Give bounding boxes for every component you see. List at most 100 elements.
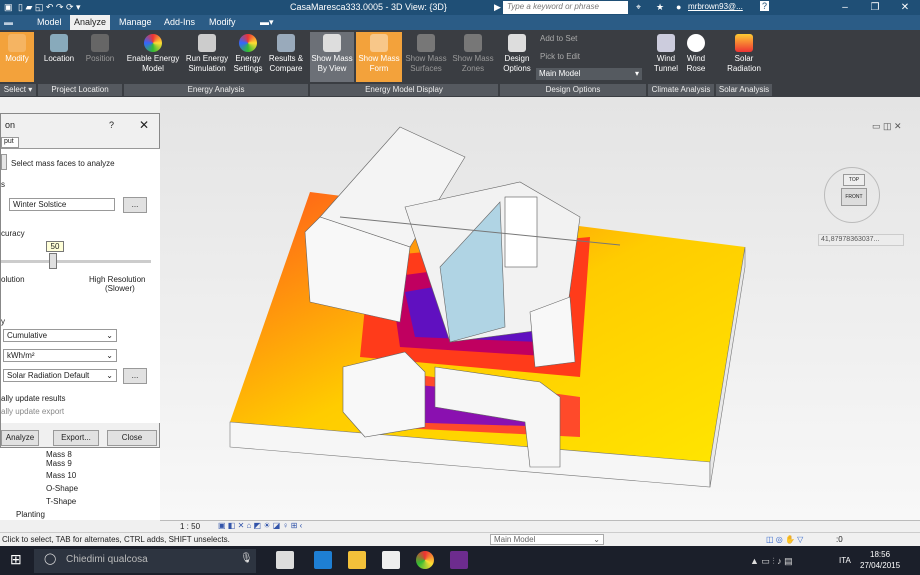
tab-model[interactable]: Model	[37, 17, 62, 27]
windows-start-icon[interactable]: ⊞	[10, 551, 22, 568]
ribbon: Modify Location Position Enable Energy M…	[0, 30, 920, 97]
chevron-down-icon: ⌄	[106, 371, 113, 380]
style-select[interactable]: Solar Radiation Default ⌄	[3, 369, 117, 382]
select-faces-button[interactable]	[1, 154, 7, 170]
high-resolution-label: High Resolution	[89, 275, 146, 284]
pick-to-edit-button[interactable]: Pick to Edit	[540, 52, 580, 61]
show-mass-form-button[interactable]: Show Mass Form	[356, 32, 402, 82]
search-arrow-icon[interactable]: ▶	[494, 2, 501, 13]
run-energy-simulation-button[interactable]: Run Energy Simulation	[184, 32, 230, 82]
system-tray-icons[interactable]: ▲ ▭ ⫶ ♪ ▤	[750, 556, 793, 567]
auto-update-export-checkbox[interactable]: ally update export	[1, 407, 64, 416]
viewcube[interactable]: TOP FRONT	[824, 167, 880, 223]
tab-input[interactable]: put	[1, 137, 19, 148]
accuracy-slider-track[interactable]	[1, 260, 151, 263]
analyze-button[interactable]: Analyze	[1, 430, 39, 446]
project-browser: Mass 8 Mass 9 Mass 10 O-Shape T-Shape Pl…	[0, 448, 160, 520]
view-window-controls[interactable]: ▭ ◫ ✕	[872, 121, 902, 132]
results-compare-button[interactable]: Results & Compare	[266, 32, 306, 82]
view-scale[interactable]: 1 : 50	[180, 522, 200, 531]
wind-rose-button[interactable]: Wind Rose	[682, 32, 710, 82]
microphone-icon[interactable]: 🎙︎	[240, 553, 253, 564]
add-to-set-button[interactable]: Add to Set	[540, 34, 577, 43]
taskbar-search[interactable]: Chiedimi qualcosa	[34, 549, 256, 573]
wind-tunnel-button[interactable]: Wind Tunnel	[650, 32, 682, 82]
quick-access-toolbar[interactable]: ▯ ▰ ◱ ↶ ↷ ⟳ ▾	[18, 2, 81, 13]
tree-item-planting[interactable]: Planting	[16, 510, 45, 519]
position-icon	[91, 34, 109, 52]
show-mass-by-view-button[interactable]: Show Mass By View	[310, 32, 354, 82]
binoculars-icon[interactable]: ⌖	[636, 2, 641, 13]
dialog-help-button[interactable]: ?	[109, 120, 114, 130]
active-design-option-select[interactable]: Main Model ⌄	[490, 534, 604, 545]
tree-item-mass-9[interactable]: Mass 9	[46, 459, 72, 468]
analysis-type-select[interactable]: Cumulative ⌄	[3, 329, 117, 342]
selection-count: :0	[836, 535, 843, 544]
mass-surfaces-icon	[417, 34, 435, 52]
simulation-icon	[198, 34, 216, 52]
accuracy-slider-thumb[interactable]	[49, 253, 57, 269]
export-button[interactable]: Export...	[53, 430, 99, 446]
modify-button[interactable]: Modify	[0, 32, 34, 82]
dialog-close-icon[interactable]: ✕	[139, 118, 149, 132]
results-icon	[277, 34, 295, 52]
style-browse-button[interactable]: ...	[123, 368, 147, 384]
viewcube-front[interactable]: FRONT	[841, 188, 867, 206]
chrome-icon[interactable]	[416, 551, 434, 569]
position-button[interactable]: Position	[82, 32, 118, 82]
select-faces-label: Select mass faces to analyze	[11, 159, 115, 168]
status-icons[interactable]: ◫ ◎ ✋ ▽	[766, 535, 803, 544]
maximize-button[interactable]: ❐	[860, 0, 890, 15]
title-bar: ▣ ▯ ▰ ◱ ↶ ↷ ⟳ ▾ CasaMaresca333.0005 - 3D…	[0, 0, 920, 15]
energy-settings-button[interactable]: Energy Settings	[232, 32, 264, 82]
solar-study-field[interactable]: Winter Solstice	[9, 198, 115, 211]
tree-item-mass-8[interactable]: Mass 8	[46, 450, 72, 459]
store-icon[interactable]	[382, 551, 400, 569]
solar-study-browse-button[interactable]: ...	[123, 197, 147, 213]
input-language[interactable]: ITA	[839, 556, 851, 565]
solar-radiation-button[interactable]: Solar Radiation	[720, 32, 768, 82]
task-view-icon[interactable]	[276, 551, 294, 569]
mass-block-south-west	[342, 351, 426, 438]
display-section-label: y	[1, 317, 5, 326]
user-account[interactable]: mrbrown93@...	[688, 2, 743, 11]
taskbar-clock[interactable]: 18:56 27/04/2015	[860, 549, 900, 571]
tab-manage[interactable]: Manage	[119, 17, 152, 27]
show-mass-zones-button[interactable]: Show Mass Zones	[450, 32, 496, 82]
group-select[interactable]: Select ▾	[0, 84, 36, 96]
high-resolution-note: (Slower)	[105, 284, 135, 293]
search-input[interactable]: Type a keyword or phrase	[503, 1, 628, 14]
tree-item-t-shape[interactable]: T-Shape	[46, 497, 76, 506]
close-dialog-button[interactable]: Close	[107, 430, 157, 446]
revit-taskbar-icon[interactable]	[450, 551, 468, 569]
auto-update-results-checkbox[interactable]: ally update results	[1, 394, 65, 403]
group-project-location: Project Location	[38, 84, 122, 96]
close-window-button[interactable]: ✕	[890, 0, 920, 15]
tab-add-ins[interactable]: Add-Ins	[164, 17, 195, 27]
low-resolution-label: olution	[1, 275, 25, 284]
star-icon[interactable]: ★	[656, 2, 664, 13]
view-control-icons[interactable]: ▣ ◧ ✕ ⌂ ◩ ☀ ◪ ♀ ⊞ ‹	[218, 521, 302, 530]
edge-browser-icon[interactable]	[314, 551, 332, 569]
view-control-bar: 1 : 50 ▣ ◧ ✕ ⌂ ◩ ☀ ◪ ♀ ⊞ ‹	[160, 520, 920, 532]
tab-analyze[interactable]: Analyze	[70, 15, 111, 30]
group-energy-analysis: Energy Analysis	[124, 84, 308, 96]
unit-select[interactable]: kWh/m² ⌄	[3, 349, 117, 362]
minimize-button[interactable]: –	[830, 0, 860, 15]
3d-viewport[interactable]: ▭ ◫ ✕ TOP FRONT 41,87978363037...	[160, 97, 920, 520]
revit-logo-icon[interactable]: ▣	[4, 2, 13, 13]
tree-item-mass-10[interactable]: Mass 10	[46, 471, 76, 480]
file-explorer-icon[interactable]	[348, 551, 366, 569]
show-mass-surfaces-button[interactable]: Show Mass Surfaces	[404, 32, 448, 82]
tab-modify[interactable]: Modify	[209, 17, 236, 27]
location-button[interactable]: Location	[40, 32, 78, 82]
main-model-select[interactable]: Main Model ▾	[536, 68, 642, 80]
tab-options-icon[interactable]: ▬▾	[260, 17, 274, 28]
user-icon[interactable]: ●	[676, 2, 681, 12]
enable-energy-model-button[interactable]: Enable Energy Model	[124, 32, 182, 82]
tree-item-o-shape[interactable]: O-Shape	[46, 484, 78, 493]
design-options-button[interactable]: Design Options	[500, 32, 534, 82]
viewcube-top[interactable]: TOP	[843, 174, 865, 186]
file-icon[interactable]: ▬	[4, 17, 13, 27]
help-button[interactable]: ?	[760, 1, 770, 11]
